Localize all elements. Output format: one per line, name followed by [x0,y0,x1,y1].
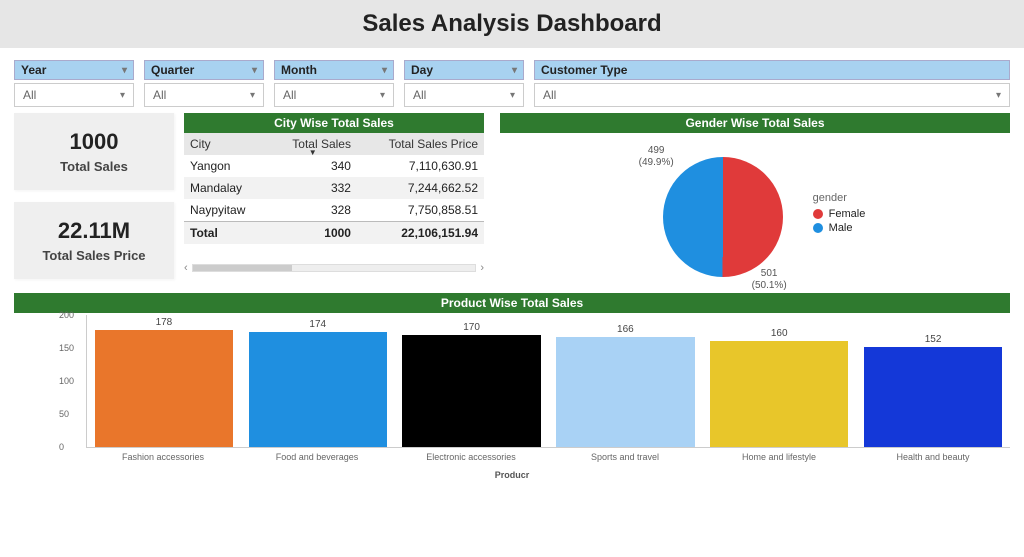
x-tick-label: Home and lifestyle [710,450,849,470]
filter-quarter: Quarter▾ All▾ [144,60,264,107]
filter-year-label: Year▾ [14,60,134,80]
filter-quarter-label: Quarter▾ [144,60,264,80]
city-panel-title: City Wise Total Sales [184,113,484,133]
city-wise-panel: City Wise Total Sales City Total Sales▼ … [184,113,484,289]
bar-value-label: 170 [463,322,480,333]
legend-item-male[interactable]: Male [813,222,866,234]
bar[interactable]: 152 [864,315,1002,447]
kpi-total-sales-price: 22.11M Total Sales Price [14,202,174,279]
bar[interactable]: 174 [249,315,387,447]
x-tick-label: Fashion accessories [94,450,233,470]
bar-value-label: 160 [771,328,788,339]
chevron-down-icon: ▾ [510,90,515,101]
filter-year-select[interactable]: All▾ [14,83,134,107]
bar[interactable]: 160 [710,315,848,447]
gender-wise-panel: Gender Wise Total Sales 499(49.9%) 501(5… [500,113,1010,289]
city-col-price[interactable]: Total Sales Price [357,133,484,155]
kpi-total-sales: 1000 Total Sales [14,113,174,190]
bar[interactable]: 178 [95,315,233,447]
chevron-down-icon[interactable]: ▾ [512,65,517,76]
product-bar-chart[interactable]: Count of Total Sales 178174170166160152 … [56,315,1010,470]
chevron-down-icon[interactable]: ▾ [252,65,257,76]
bar-rect [249,332,387,447]
chevron-down-icon: ▾ [380,90,385,101]
page-title: Sales Analysis Dashboard [362,10,661,38]
bar-rect [402,335,540,447]
filter-month-select[interactable]: All▾ [274,83,394,107]
bar-rect [95,330,233,447]
pie-graphic [663,157,783,277]
table-row[interactable]: Yangon3407,110,630.91 [184,155,484,177]
filter-row: Year▾ All▾ Quarter▾ All▾ Month▾ All▾ Day… [0,48,1024,113]
bar-rect [710,341,848,447]
product-panel-title: Product Wise Total Sales [14,293,1010,313]
kpi-total-sales-price-value: 22.11M [22,218,166,244]
filter-quarter-select[interactable]: All▾ [144,83,264,107]
header-bar: Sales Analysis Dashboard [0,0,1024,48]
x-tick-label: Health and beauty [864,450,1003,470]
y-tick: 150 [59,343,74,353]
scroll-right-icon[interactable]: › [480,262,484,274]
city-scrollbar[interactable]: ‹ › [184,262,484,274]
kpi-column: 1000 Total Sales 22.11M Total Sales Pric… [14,113,174,289]
bar-rect [864,347,1002,447]
x-axis-label: Producr [14,470,1010,480]
table-row[interactable]: Mandalay3327,244,662.52 [184,177,484,199]
city-table[interactable]: City Total Sales▼ Total Sales Price Yang… [184,133,484,244]
chevron-down-icon: ▾ [120,90,125,101]
city-col-city[interactable]: City [184,133,268,155]
bar-value-label: 166 [617,324,634,335]
kpi-total-sales-label: Total Sales [22,159,166,174]
city-col-sales[interactable]: Total Sales▼ [268,133,357,155]
bar[interactable]: 170 [402,315,540,447]
filter-year: Year▾ All▾ [14,60,134,107]
filter-customer-type: Customer Type All▾ [534,60,1010,107]
gender-panel-title: Gender Wise Total Sales [500,113,1010,133]
gender-pie-chart[interactable]: 499(49.9%) 501(50.1%) [645,139,795,289]
kpi-total-sales-value: 1000 [22,129,166,155]
table-row[interactable]: Naypyitaw3287,750,858.51 [184,199,484,222]
filter-month-label: Month▾ [274,60,394,80]
filter-day-label: Day▾ [404,60,524,80]
gender-legend: gender Female Male [813,192,866,236]
swatch-icon [813,209,823,219]
bar-value-label: 152 [925,334,942,345]
filter-month: Month▾ All▾ [274,60,394,107]
y-tick: 100 [59,376,74,386]
bar-rect [556,337,694,447]
x-tick-label: Food and beverages [248,450,387,470]
bar-value-label: 174 [309,319,326,330]
sort-desc-icon: ▼ [309,148,317,157]
filter-ctype-select[interactable]: All▾ [534,83,1010,107]
x-tick-label: Sports and travel [556,450,695,470]
filter-day-select[interactable]: All▾ [404,83,524,107]
scroll-track[interactable] [192,264,477,272]
bar[interactable]: 166 [556,315,694,447]
filter-day: Day▾ All▾ [404,60,524,107]
bar-value-label: 178 [156,317,173,328]
x-tick-label: Electronic accessories [402,450,541,470]
table-total-row: Total100022,106,151.94 [184,222,484,245]
kpi-total-sales-price-label: Total Sales Price [22,248,166,263]
scroll-left-icon[interactable]: ‹ [184,262,188,274]
y-tick: 0 [59,442,64,452]
chevron-down-icon: ▾ [996,90,1001,101]
legend-title: gender [813,192,866,204]
legend-item-female[interactable]: Female [813,208,866,220]
swatch-icon [813,223,823,233]
filter-ctype-label: Customer Type [534,60,1010,80]
chevron-down-icon[interactable]: ▾ [382,65,387,76]
y-tick: 50 [59,409,69,419]
y-tick: 200 [59,310,74,320]
pie-label-male: 499(49.9%) [639,145,674,168]
pie-label-female: 501(50.1%) [752,268,787,291]
chevron-down-icon: ▾ [250,90,255,101]
scroll-thumb[interactable] [193,265,292,271]
product-wise-panel: Product Wise Total Sales Count of Total … [0,289,1024,480]
chevron-down-icon[interactable]: ▾ [122,65,127,76]
